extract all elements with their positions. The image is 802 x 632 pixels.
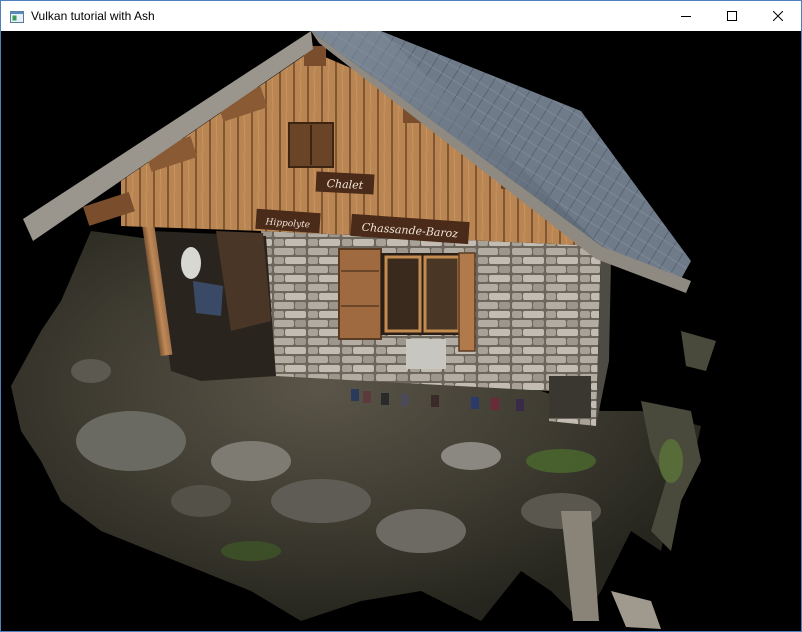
svg-text:Chalet: Chalet <box>326 177 364 192</box>
minimize-icon <box>681 16 691 17</box>
app-window: Vulkan tutorial with Ash Chalet Hippolyt… <box>0 0 802 632</box>
close-icon <box>773 11 783 21</box>
maximize-button[interactable] <box>709 1 755 31</box>
maximize-icon <box>727 11 737 21</box>
sign-upper: Chalet <box>315 171 375 195</box>
title-bar[interactable]: Vulkan tutorial with Ash <box>1 1 801 31</box>
render-viewport[interactable]: Chalet Hippolyte Chassande-Baroz <box>1 31 801 631</box>
close-button[interactable] <box>755 1 801 31</box>
stone-block <box>549 376 591 418</box>
chalet-render: Chalet Hippolyte Chassande-Baroz <box>11 31 716 629</box>
window-title: Vulkan tutorial with Ash <box>31 9 155 23</box>
minimize-button[interactable] <box>663 1 709 31</box>
window-app-icon <box>10 10 24 23</box>
